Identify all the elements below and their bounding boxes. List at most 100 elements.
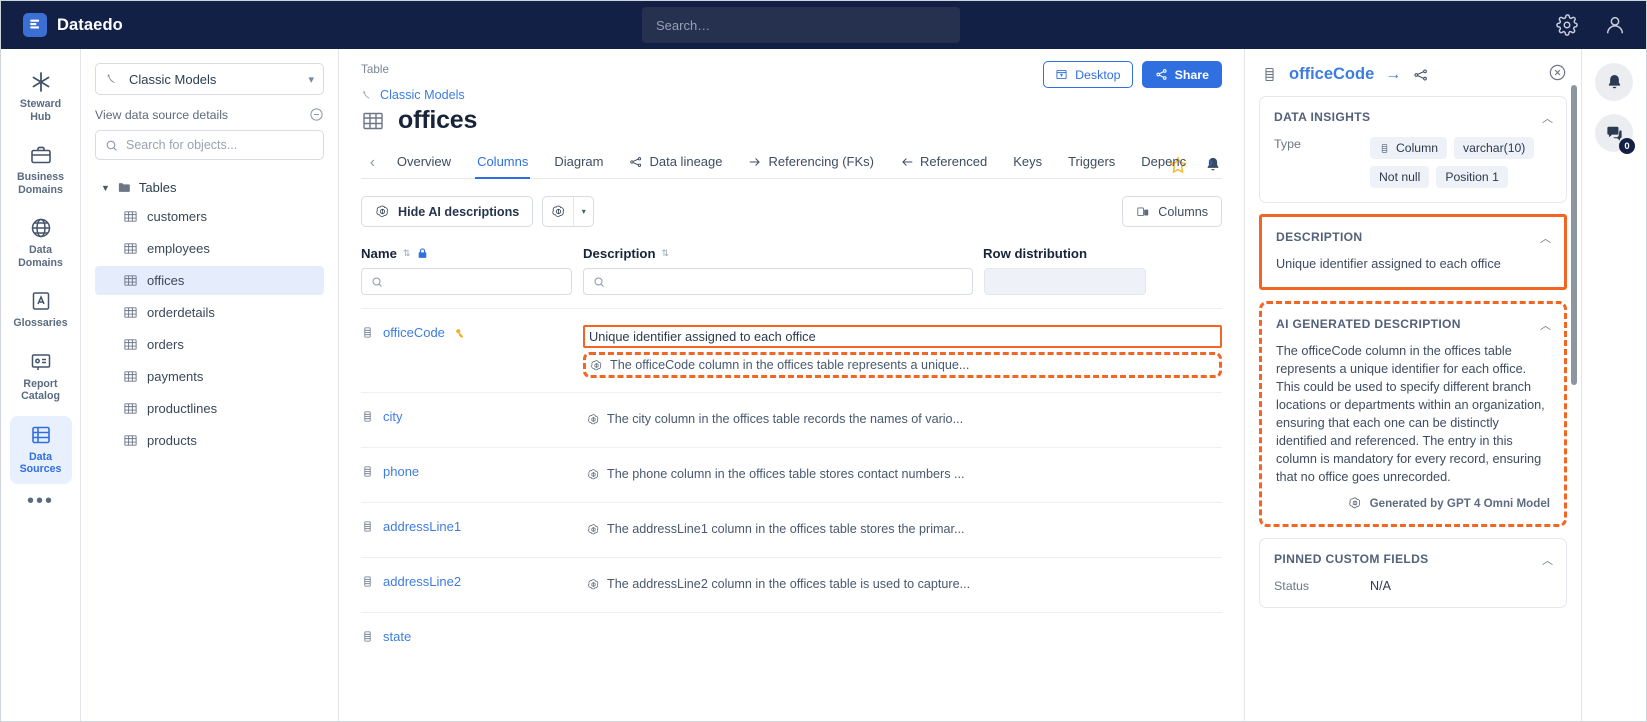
column-link[interactable]: phone bbox=[383, 464, 419, 479]
column-link[interactable]: addressLine1 bbox=[383, 519, 461, 534]
sort-icon[interactable]: ⇅ bbox=[403, 249, 411, 258]
notifications-button[interactable] bbox=[1595, 63, 1633, 101]
table-row[interactable]: state bbox=[361, 612, 1222, 667]
table-row[interactable]: addressLine1 The addressLine1 column in … bbox=[361, 502, 1222, 557]
filter-name-input[interactable] bbox=[361, 268, 572, 295]
tab-keys[interactable]: Keys bbox=[1000, 147, 1055, 178]
table-row[interactable]: city The city column in the offices tabl… bbox=[361, 392, 1222, 447]
tree-node-employees[interactable]: employees bbox=[95, 234, 324, 263]
object-tree: ▼ Tables customers employees offices ord… bbox=[95, 176, 324, 455]
tree-node-orderdetails[interactable]: orderdetails bbox=[95, 298, 324, 327]
gear-icon[interactable] bbox=[1556, 14, 1578, 36]
row-description-cell: The phone column in the offices table st… bbox=[583, 464, 1222, 484]
chevron-up-icon[interactable]: ︿ bbox=[1540, 230, 1551, 246]
tree-node-label: productlines bbox=[147, 401, 218, 416]
grid-toolbar: Hide AI descriptions ▾ Columns bbox=[361, 196, 1222, 227]
rail-item-data-domains[interactable]: Data Domains bbox=[10, 209, 72, 277]
ai-actions-caret-icon[interactable]: ▾ bbox=[573, 197, 593, 226]
type-row: Type Column varchar(10) Not null Positio… bbox=[1274, 137, 1552, 188]
detail-panel-scrollbar[interactable] bbox=[1571, 85, 1577, 385]
rail-item-business-domains[interactable]: Business Domains bbox=[10, 136, 72, 204]
tree-folder-tables[interactable]: ▼ Tables bbox=[95, 176, 324, 199]
tabs-scroll-left-icon[interactable]: ‹ bbox=[361, 154, 384, 172]
row-description-cell: The addressLine2 column in the offices t… bbox=[583, 574, 1222, 594]
pinned-custom-fields-card: PINNED CUSTOM FIELDS ︿ Status N/A bbox=[1259, 538, 1567, 609]
tab-overview[interactable]: Overview bbox=[384, 147, 464, 178]
ai-description[interactable]: The phone column in the offices table st… bbox=[583, 464, 1222, 484]
row-name-cell: phone bbox=[361, 464, 583, 479]
column-icon bbox=[1381, 143, 1388, 153]
datasource-selector[interactable]: Classic Models ▾ bbox=[95, 63, 324, 95]
description-card-text[interactable]: Unique identifier assigned to each offic… bbox=[1276, 255, 1550, 273]
share-button[interactable]: Share bbox=[1141, 61, 1222, 88]
tree-node-orders[interactable]: orders bbox=[95, 330, 324, 359]
openai-icon[interactable] bbox=[543, 197, 573, 226]
tree-node-payments[interactable]: payments bbox=[95, 362, 324, 391]
tab-data-lineage[interactable]: Data lineage bbox=[616, 147, 735, 178]
column-link[interactable]: officeCode bbox=[383, 325, 445, 340]
global-search-input[interactable]: Search… bbox=[642, 7, 960, 43]
table-row[interactable]: phone The phone column in the offices ta… bbox=[361, 447, 1222, 502]
desktop-button[interactable]: Desktop bbox=[1043, 61, 1133, 88]
grid-header-description[interactable]: Description ⇅ bbox=[583, 246, 983, 261]
tabs-scroll-right-icon[interactable]: › bbox=[1199, 154, 1222, 172]
column-link[interactable]: addressLine2 bbox=[383, 574, 461, 589]
rail-item-data-sources[interactable]: Data Sources bbox=[9, 415, 72, 484]
collapse-all-icon[interactable] bbox=[309, 107, 324, 122]
tree-node-label: orderdetails bbox=[147, 305, 215, 320]
chat-badge: 0 bbox=[1619, 138, 1635, 154]
row-name-cell: addressLine2 bbox=[361, 574, 583, 589]
rail-item-steward-hub[interactable]: Steward Hub bbox=[10, 63, 72, 131]
object-search-input[interactable]: Search for objects... bbox=[95, 130, 324, 160]
tree-node-offices[interactable]: offices bbox=[95, 266, 324, 295]
go-to-object-arrow-icon[interactable]: → bbox=[1385, 66, 1401, 84]
openai-icon bbox=[588, 578, 599, 589]
view-datasource-details-link[interactable]: View data source details bbox=[95, 108, 228, 122]
ai-actions-split-button[interactable]: ▾ bbox=[542, 196, 595, 227]
tab-diagram[interactable]: Diagram bbox=[541, 147, 616, 178]
lineage-icon[interactable] bbox=[1412, 67, 1430, 83]
grid-header-row-distribution: Row distribution bbox=[983, 246, 1222, 261]
ai-description[interactable]: The addressLine2 column in the offices t… bbox=[583, 574, 1222, 594]
tab-referencing-fks[interactable]: Referencing (FKs) bbox=[735, 147, 886, 178]
description-highlight-box: Unique identifier assigned to each offic… bbox=[583, 325, 1222, 348]
tree-node-productlines[interactable]: productlines bbox=[95, 394, 324, 423]
chat-button[interactable]: 0 bbox=[1595, 114, 1635, 154]
brand[interactable]: Dataedo bbox=[1, 13, 123, 37]
ai-description[interactable]: The city column in the offices table rec… bbox=[583, 409, 1222, 429]
detail-panel-title[interactable]: officeCode bbox=[1289, 65, 1374, 84]
filter-description-input[interactable] bbox=[583, 268, 973, 295]
tab-columns[interactable]: Columns bbox=[464, 147, 541, 179]
user-icon[interactable] bbox=[1604, 14, 1626, 36]
columns-settings-button[interactable]: Columns bbox=[1122, 196, 1222, 227]
chevron-up-icon[interactable]: ︿ bbox=[1540, 317, 1551, 333]
table-row[interactable]: officeCode Unique identifier assigned to… bbox=[361, 308, 1222, 392]
breadcrumb-datasource-link[interactable]: Classic Models bbox=[380, 88, 465, 102]
ai-description[interactable]: The addressLine1 column in the offices t… bbox=[583, 519, 1222, 539]
datasource-icon bbox=[363, 90, 370, 99]
ai-description[interactable]: The officeCode column in the offices tab… bbox=[586, 355, 1219, 375]
close-icon[interactable] bbox=[1548, 63, 1567, 82]
table-icon bbox=[124, 211, 137, 222]
rail-more-button[interactable]: ••• bbox=[27, 491, 54, 511]
column-link[interactable]: state bbox=[383, 629, 411, 644]
column-link[interactable]: city bbox=[383, 409, 403, 424]
grid-header-description-label: Description bbox=[583, 246, 656, 261]
chevron-up-icon[interactable]: ︿ bbox=[1542, 110, 1553, 126]
tab-referenced[interactable]: Referenced bbox=[887, 147, 1000, 178]
table-row[interactable]: addressLine2 The addressLine2 column in … bbox=[361, 557, 1222, 612]
hide-ai-descriptions-button[interactable]: Hide AI descriptions bbox=[361, 196, 534, 227]
tab-triggers[interactable]: Triggers bbox=[1055, 147, 1128, 178]
tree-node-products[interactable]: products bbox=[95, 426, 324, 455]
chevron-up-icon[interactable]: ︿ bbox=[1542, 552, 1553, 568]
tab-label: Columns bbox=[477, 154, 529, 169]
pill-nullability: Not null bbox=[1370, 166, 1430, 188]
tree-node-customers[interactable]: customers bbox=[95, 202, 324, 231]
tab-dependencies[interactable]: Depenc bbox=[1128, 147, 1199, 178]
grid-header-name[interactable]: Name ⇅ bbox=[361, 246, 583, 261]
column-description[interactable]: Unique identifier assigned to each offic… bbox=[585, 327, 1220, 346]
rail-item-report-catalog[interactable]: Report Catalog bbox=[10, 343, 72, 411]
main-content: Table Desktop Share Classic Models offic… bbox=[339, 49, 1245, 721]
rail-item-glossaries[interactable]: Glossaries bbox=[10, 282, 72, 338]
sort-icon[interactable]: ⇅ bbox=[662, 249, 670, 258]
